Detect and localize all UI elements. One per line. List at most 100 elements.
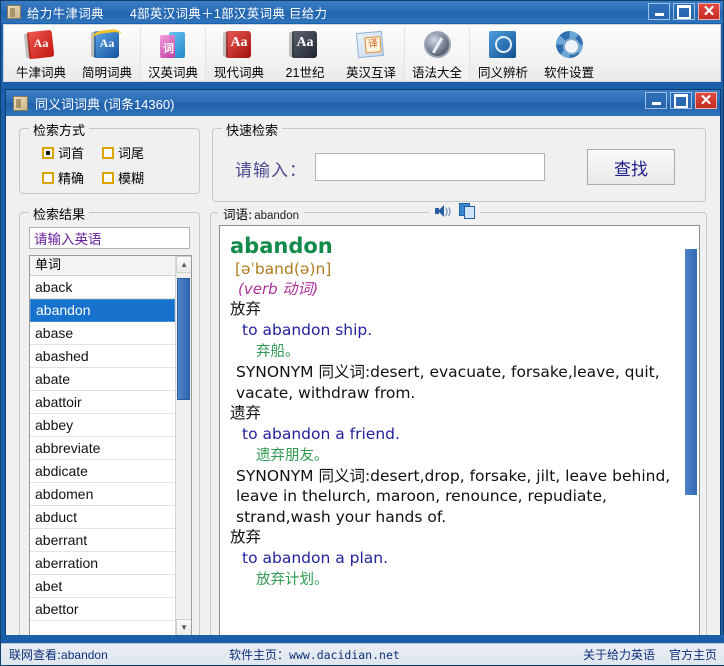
option-word-start[interactable]: 词首 [42, 143, 84, 162]
list-item[interactable]: abase [30, 322, 175, 345]
toolbar-item-grammar[interactable]: 语法大全 [404, 27, 470, 81]
status-mid-url: www.dacidian.net [289, 648, 400, 662]
sense-heading: 放弃 [230, 527, 678, 548]
list-item[interactable]: abattoir [30, 391, 175, 414]
maximize-button[interactable] [673, 3, 695, 20]
status-online-lookup[interactable]: 联网查看:abandon [9, 646, 108, 663]
minimize-button[interactable] [648, 3, 670, 20]
word-list-scrollbar[interactable]: ▲ ▼ [175, 256, 191, 636]
toolbar-item-synonym[interactable]: 同义辨析 [470, 27, 536, 81]
quick-search-input[interactable] [315, 153, 545, 181]
option-word-end[interactable]: 词尾 [102, 143, 144, 162]
toolbar-item-translate[interactable]: 英汉互译 [338, 27, 404, 81]
list-item[interactable]: abdicate [30, 460, 175, 483]
application-window: 给力牛津词典 4部英汉词典＋1部汉英词典 巨给力 ✕ Aa 牛津词典 Aa 简明… [0, 0, 724, 666]
app-subtitle: 4部英汉词典＋1部汉英词典 巨给力 [130, 3, 327, 22]
search-method-row-1: 词首 词尾 [42, 143, 162, 162]
list-item[interactable]: abate [30, 368, 175, 391]
checkbox-fuzzy-icon[interactable] [102, 172, 114, 184]
option-fuzzy[interactable]: 模糊 [102, 168, 144, 187]
gear-icon [552, 29, 586, 61]
list-item-selected[interactable]: abandon [30, 299, 175, 322]
radio-word-start-icon[interactable] [42, 147, 54, 159]
word-list-header: 单词 [30, 256, 175, 276]
toolbar-item-concise[interactable]: Aa 简明词典 [74, 27, 140, 81]
option-label: 词尾 [118, 143, 144, 162]
status-left-value: abandon [61, 648, 108, 662]
entry-action-icons: )) [429, 203, 480, 218]
book-window-icon [13, 96, 28, 111]
list-item[interactable]: abbreviate [30, 437, 175, 460]
part-of-speech: (verb 动词) [230, 279, 678, 299]
main-toolbar: Aa 牛津词典 Aa 简明词典 词 汉英词典 Aa 现代词典 Aa [3, 24, 721, 82]
toolbar-item-modern[interactable]: Aa 现代词典 [206, 27, 272, 81]
toolbar-label: 牛津词典 [16, 62, 66, 81]
word-entry-group: 词语: abandon )) abandon [əˈband(ə)n] (ver… [210, 212, 707, 648]
example-translation: 弃船。 [230, 342, 678, 362]
search-results-legend: 检索结果 [29, 204, 89, 223]
speaker-icon[interactable]: )) [435, 204, 451, 218]
option-exact[interactable]: 精确 [42, 168, 84, 187]
toolbar-item-chinese-english[interactable]: 词 汉英词典 [140, 27, 206, 81]
translate-book-icon [354, 29, 388, 61]
outer-title-bar: 给力牛津词典 4部英汉词典＋1部汉英词典 巨给力 ✕ [1, 1, 723, 23]
search-button[interactable]: 查找 [587, 149, 675, 185]
app-title: 给力牛津词典 [27, 3, 104, 22]
toolbar-item-settings[interactable]: 软件设置 [536, 27, 602, 81]
list-item[interactable]: aberration [30, 552, 175, 575]
list-item[interactable]: abbey [30, 414, 175, 437]
dark-aa-book-icon: Aa [288, 29, 322, 61]
word-legend-key: 词语: [223, 204, 252, 223]
inner-maximize-button[interactable] [670, 92, 692, 109]
word-list-column: 单词 aback abandon abase abashed abate aba… [30, 256, 175, 636]
crimson-aa-book-icon: Aa [222, 29, 256, 61]
synonym-line: SYNONYM 同义词:desert, evacuate, forsake,le… [230, 362, 678, 403]
list-item[interactable]: abashed [30, 345, 175, 368]
status-about-link[interactable]: 关于给力英语 [583, 646, 655, 663]
scroll-up-icon[interactable]: ▲ [176, 256, 192, 273]
toolbar-item-oxford[interactable]: Aa 牛津词典 [8, 27, 74, 81]
toolbar-label: 同义辨析 [478, 62, 528, 81]
toolbar-label: 软件设置 [544, 62, 594, 81]
word-list[interactable]: 单词 aback abandon abase abashed abate aba… [29, 255, 192, 637]
search-method-legend: 检索方式 [29, 120, 89, 139]
toolbar-item-21century[interactable]: Aa 21世纪 [272, 27, 338, 81]
list-item[interactable]: aback [30, 276, 175, 299]
toolbar-label: 英汉互译 [346, 62, 396, 81]
definition-scrollbar-thumb[interactable] [685, 249, 697, 495]
list-item[interactable]: abduct [30, 506, 175, 529]
magnify-book-icon [486, 29, 520, 61]
result-filter-input[interactable] [29, 227, 190, 249]
headword: abandon [230, 234, 678, 259]
checkbox-word-end-icon[interactable] [102, 147, 114, 159]
list-item[interactable]: abet [30, 575, 175, 598]
checkbox-exact-icon[interactable] [42, 172, 54, 184]
pink-blue-books-icon: 词 [156, 29, 190, 61]
list-item[interactable]: abdomen [30, 483, 175, 506]
phonetic: [əˈband(ə)n] [230, 259, 678, 279]
blue-book-icon: Aa [90, 29, 124, 61]
close-button[interactable]: ✕ [698, 3, 720, 20]
quick-search-group: 快速检索 请输入： 查找 [212, 128, 706, 202]
status-official-site-link[interactable]: 官方主页 [669, 646, 717, 663]
status-homepage[interactable]: 软件主页：www.dacidian.net [229, 646, 400, 663]
option-label: 精确 [58, 168, 84, 187]
outer-window-controls: ✕ [648, 3, 720, 20]
toolbar-label: 现代词典 [214, 62, 264, 81]
definition-panel: abandon [əˈband(ə)n] (verb 动词) 放弃 to aba… [219, 225, 700, 639]
scrollbar-thumb[interactable] [177, 278, 190, 400]
inner-window-title: 同义词词典 (词条14360) [35, 94, 174, 113]
definition-scrollbar[interactable] [683, 226, 699, 638]
inner-close-button[interactable]: ✕ [695, 92, 717, 109]
list-item[interactable]: abettor [30, 598, 175, 621]
sense-heading: 遗弃 [230, 403, 678, 424]
scroll-down-icon[interactable]: ▼ [176, 619, 192, 636]
compass-icon [420, 29, 454, 61]
list-item[interactable]: aberrant [30, 529, 175, 552]
sense-heading: 放弃 [230, 299, 678, 320]
status-right-links: 关于给力英语 官方主页 [583, 646, 717, 663]
inner-minimize-button[interactable] [645, 92, 667, 109]
copy-icon[interactable] [459, 203, 474, 218]
quick-search-label: 请输入： [235, 156, 307, 181]
definition-content: abandon [əˈband(ə)n] (verb 动词) 放弃 to aba… [220, 226, 684, 638]
